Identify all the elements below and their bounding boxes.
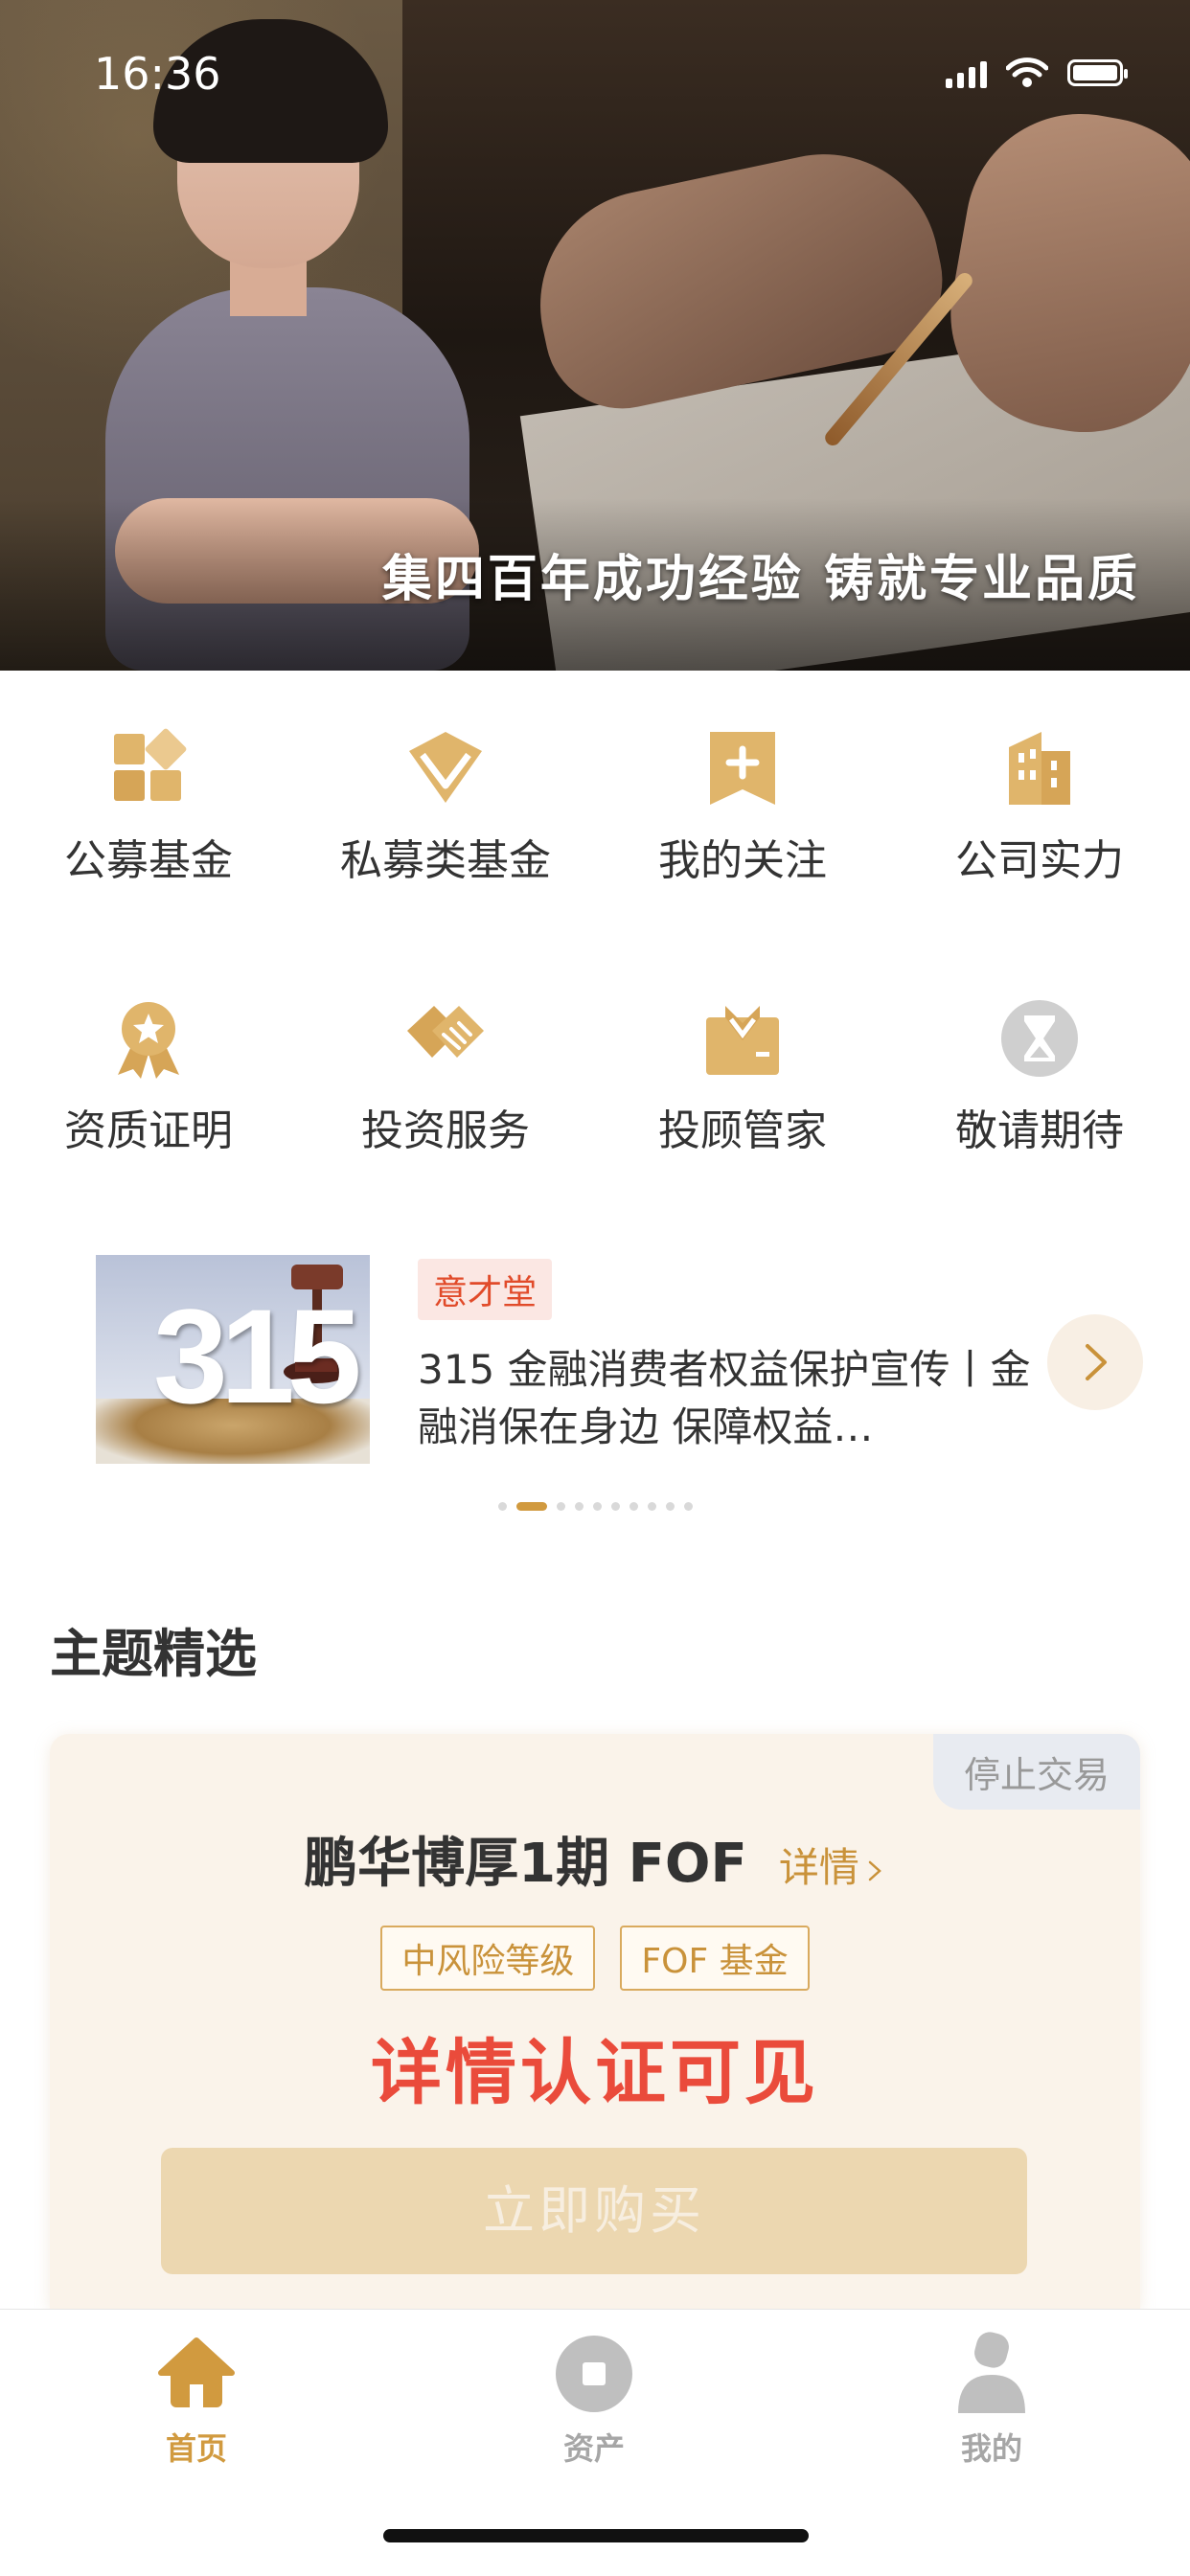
grid-item-label: 公募基金 [64,836,233,885]
grid-item-label: 公司实力 [955,836,1124,885]
carousel-dot[interactable] [629,1502,638,1511]
carousel-dot[interactable] [610,1502,620,1511]
hero-slogan: 集四百年成功经验 铸就专业品质 [381,551,1140,608]
grid-item-investment-service[interactable]: 投资服务 [297,998,594,1157]
chevron-right-icon [1086,1344,1107,1380]
grid-item-public-fund[interactable]: 公募基金 [0,728,297,887]
grid-item-label: 投资服务 [361,1106,530,1155]
news-next-button[interactable] [1047,1314,1143,1410]
detail-link-label: 详情 [778,1844,859,1891]
buy-now-button[interactable]: 立即购买 [161,2148,1027,2274]
grid-item-label: 资质证明 [64,1106,233,1155]
grid-item-private-fund[interactable]: 私募类基金 [297,728,594,887]
handshake-icon [407,1006,484,1058]
fund-type-tag: FOF 基金 [620,1926,810,1991]
grid-item-label: 投顾管家 [658,1106,827,1155]
grid-item-label: 私募类基金 [340,836,551,885]
carousel-dot[interactable] [665,1502,675,1511]
grid-item-coming-soon[interactable]: 敬请期待 [891,998,1188,1157]
chevron-right-icon [868,1860,881,1881]
grid-item-advisor-butler[interactable]: 投顾管家 [594,998,891,1157]
carousel-dot[interactable] [683,1502,693,1511]
carousel-dot[interactable] [556,1502,565,1511]
news-title[interactable]: 315 金融消费者权益保护宣传丨金融消保在身边 保障权益… [418,1341,1031,1456]
tab-label: 首页 [165,2430,227,2467]
fund-tags: 中风险等级 FOF 基金 [50,1926,1140,1991]
hourglass-icon [1001,1000,1078,1077]
fund-name: 鹏华博厚1期 FOF [304,1833,747,1895]
signal-icon [946,57,987,88]
carousel-pagination[interactable] [0,1502,1190,1511]
award-icon [118,1002,179,1079]
carousel-dot[interactable] [497,1502,507,1511]
carousel-dot[interactable] [515,1502,547,1511]
tab-assets[interactable]: 资产 [498,2331,690,2469]
asset-icon [556,2336,632,2412]
bookmark-plus-icon [710,732,775,805]
news-category-tag: 意才堂 [418,1259,553,1320]
hero-banner[interactable]: 集四百年成功经验 铸就专业品质 [0,0,1190,671]
grid-item-qualification[interactable]: 资质证明 [0,998,297,1157]
butler-icon [706,1006,779,1075]
tab-label: 我的 [960,2430,1022,2467]
status-badge: 停止交易 [932,1734,1140,1810]
tab-home[interactable]: 首页 [101,2331,292,2469]
home-icon [158,2337,235,2407]
grid-item-company-strength[interactable]: 公司实力 [891,728,1188,887]
status-icons [946,57,1128,88]
featured-fund-card[interactable]: 停止交易 鹏华博厚1期 FOF 详情 中风险等级 FOF 基金 详情认证可见 立… [50,1734,1140,2309]
status-time: 16:36 [94,48,221,100]
tab-mine[interactable]: 我的 [896,2331,1087,2469]
building-icon [1009,732,1070,805]
carousel-dot[interactable] [574,1502,584,1511]
user-icon [958,2332,1025,2413]
carousel-dot[interactable] [647,1502,656,1511]
wifi-icon [1006,57,1048,87]
grid-item-label: 我的关注 [658,836,827,885]
news-carousel-card[interactable]: 315 意才堂 315 金融消费者权益保护宣传丨金融消保在身边 保障权益… [0,1255,1190,1475]
blocks-icon [114,728,187,801]
fund-detail-link[interactable]: 详情 [779,1844,886,1891]
risk-level-tag: 中风险等级 [380,1926,596,1991]
home-indicator [383,2529,809,2542]
news-thumbnail: 315 [96,1255,370,1464]
grid-item-my-watchlist[interactable]: 我的关注 [594,728,891,887]
section-title: 主题精选 [50,1624,257,1684]
diamond-icon [409,732,482,803]
tab-label: 资产 [562,2430,625,2467]
carousel-dot[interactable] [592,1502,602,1511]
grid-item-label: 敬请期待 [955,1106,1124,1155]
news-thumbnail-number: 315 [153,1281,362,1431]
fund-title-row: 鹏华博厚1期 FOF 详情 [50,1820,1140,1898]
battery-icon [1067,59,1128,86]
fund-highlight-text: 详情认证可见 [371,2032,819,2114]
